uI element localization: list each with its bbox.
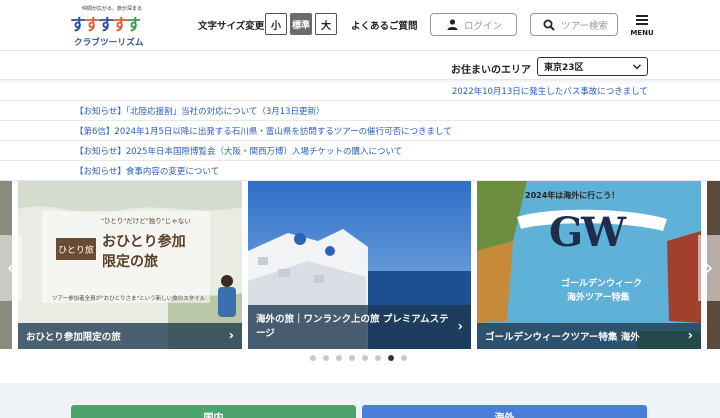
banner-caption: 海外の旅｜ワンランク上の旅 プレミアムステージ ›	[248, 305, 471, 349]
logo-name: クラブツーリズム	[74, 38, 144, 48]
tab-overseas[interactable]: 海外	[362, 405, 647, 418]
tour-search-label: ツアー検索	[561, 20, 608, 32]
faq-link[interactable]: よくあるご質問	[351, 18, 418, 32]
banner-caption-text: おひとり参加限定の旅	[26, 332, 121, 343]
logo-tagline: 仲間が広がる、旅が深まる	[82, 6, 143, 12]
banner-premium-stage[interactable]: 海外の旅｜ワンランク上の旅 プレミアムステージ ›	[248, 181, 471, 349]
news-item[interactable]: 【お知らせ】「北陸応援割」当社の対応について（3月13日更新）	[0, 101, 720, 121]
golden-week-banner: 2024年は海外に行こう！	[525, 191, 620, 200]
chevron-right-icon: ›	[687, 328, 693, 344]
carousel-dot[interactable]	[336, 355, 342, 361]
solo-travel-note: ツアー参加者全員が"おひとりさま"という新しい旅のスタイル	[52, 296, 206, 302]
carousel-dot[interactable]	[349, 355, 355, 361]
banner-caption-text: ゴールデンウィークツアー特集 海外	[485, 332, 640, 343]
login-button[interactable]: ログイン	[430, 13, 517, 36]
solo-travel-headline: おひとり参加 限定の旅	[102, 233, 186, 272]
golden-week-subtitle-1: ゴールデンウィーク	[561, 279, 643, 289]
chevron-right-icon: ›	[228, 328, 234, 344]
area-select[interactable]: 東京23区	[537, 57, 648, 76]
chevron-right-icon: ›	[704, 255, 714, 281]
solo-travel-headline-line1: おひとり参加	[102, 234, 186, 250]
carousel-dot[interactable]	[323, 355, 329, 361]
traveler-figure-icon	[218, 275, 236, 317]
banner-solo-travel[interactable]: ひとり旅 "ひとり"だけど"独り"じゃない おひとり参加 限定の旅 ツアー参加者…	[18, 181, 242, 349]
logo-figures-icon: す す す す す	[70, 15, 140, 34]
solo-travel-subtitle: "ひとり"だけど"独り"じゃない	[101, 217, 191, 225]
club-tourism-logo[interactable]: 仲間が広がる、旅が深まる す す す す す クラブツーリズム	[70, 5, 143, 48]
chevron-right-icon: ›	[457, 319, 463, 335]
font-size-large-button[interactable]: 大	[315, 13, 337, 35]
banner-caption: おひとり参加限定の旅 ›	[18, 323, 242, 349]
menu-icon	[636, 15, 648, 17]
solo-travel-badge: ひとり旅	[56, 238, 96, 260]
menu-label: MENU	[630, 29, 654, 37]
area-label: お住まいのエリア	[451, 65, 531, 76]
font-size-standard-button[interactable]: 標準	[290, 13, 312, 35]
menu-button[interactable]: MENU	[628, 13, 656, 39]
chevron-down-icon	[633, 64, 641, 70]
chevron-left-icon: ‹	[6, 255, 16, 281]
banner-carousel: ひとり旅 "ひとり"だけど"独り"じゃない おひとり参加 限定の旅 ツアー参加者…	[0, 181, 720, 349]
news-item[interactable]: 【お知らせ】食事内容の変更について	[0, 161, 720, 181]
area-bar: お住まいのエリア 東京23区	[0, 52, 720, 80]
carousel-dot[interactable]	[388, 355, 394, 361]
tab-domestic[interactable]: 国内	[71, 405, 356, 418]
golden-week-subtitle-2: 海外ツアー特集	[567, 293, 630, 303]
solo-travel-headline-line2: 限定の旅	[102, 253, 158, 270]
login-label: ログイン	[464, 20, 503, 32]
area-selected-value: 東京23区	[544, 63, 584, 73]
banner-caption: ゴールデンウィークツアー特集 海外 ›	[477, 323, 701, 349]
news-item[interactable]: 【お知らせ】2025年日本国際博覧会（大阪・関西万博）入場チケットの購入について	[0, 141, 720, 161]
golden-week-gw-text: GW	[549, 209, 626, 256]
site-header: 仲間が広がる、旅が深まる す す す す す クラブツーリズム 文字サイズ変更 …	[0, 0, 720, 51]
news-item[interactable]: 2022年10月13日に発生したバス事故につきまして	[0, 81, 720, 101]
tour-search-button[interactable]: ツアー検索	[530, 13, 618, 36]
carousel-dot[interactable]	[310, 355, 316, 361]
banner-golden-week[interactable]: 2024年は海外に行こう！ GW ゴールデンウィーク 海外ツアー特集 ゴールデン…	[477, 181, 701, 349]
font-size-label: 文字サイズ変更	[198, 21, 265, 32]
carousel-next-button[interactable]: ›	[698, 235, 720, 301]
font-size-small-button[interactable]: 小	[265, 13, 287, 35]
menu-icon-bar	[636, 23, 648, 25]
carousel-prev-button[interactable]: ‹	[0, 235, 22, 301]
search-icon	[543, 19, 555, 31]
banner-caption-text: 海外の旅｜ワンランク上の旅 プレミアムステージ	[256, 313, 449, 339]
carousel-pagination	[0, 355, 720, 363]
svg-text:す: す	[126, 15, 140, 34]
menu-icon-bar	[636, 19, 648, 21]
news-item[interactable]: 【第6信】2024年1月5日以降に出発する石川県・富山県を訪問するツアーの催行可…	[0, 121, 720, 141]
carousel-dot[interactable]	[375, 355, 381, 361]
carousel-dot[interactable]	[401, 355, 407, 361]
carousel-dot[interactable]	[362, 355, 368, 361]
user-icon	[447, 19, 458, 30]
